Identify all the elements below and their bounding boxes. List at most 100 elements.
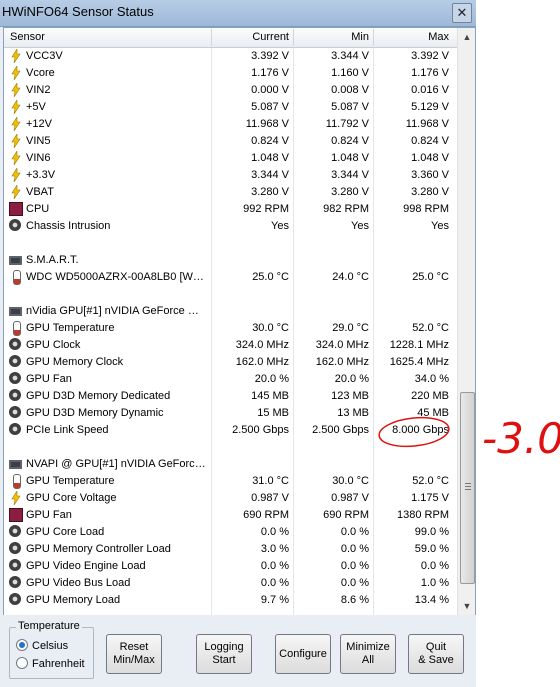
sensor-row[interactable]: VIN2 0.000 V 0.008 V 0.016 V [4,81,457,99]
sensor-row[interactable]: VIN5 0.824 V 0.824 V 0.824 V [4,132,457,150]
sensor-max: 0.016 V [411,84,449,96]
quit-save-button[interactable]: Quit & Save [408,634,464,674]
logging-start-button[interactable]: Logging Start [196,634,252,674]
sensor-max: 3.360 V [411,169,449,181]
sensor-max: 34.0 % [414,373,449,385]
sensor-icon [9,372,21,384]
sensor-max: 3.280 V [411,186,449,198]
configure-button[interactable]: Configure [275,634,331,674]
sensor-icon [9,406,21,418]
sensor-current: 3.344 V [251,169,289,181]
sensor-min: 0.0 % [340,526,369,538]
sensor-row[interactable]: GPU Video Engine Load 0.0 % 0.0 % 0.0 % [4,558,457,575]
sensor-min: 0.0 % [340,560,369,572]
sensor-current: 0.824 V [251,135,289,147]
sensor-row[interactable]: GPU Core Load 0.0 % 0.0 % 99.0 % [4,524,457,541]
sensor-min: 3.344 V [331,169,369,181]
sensor-row[interactable]: GPU Memory Controller Load 3.0 % 0.0 % 59.0… [4,541,457,558]
fan-icon [9,202,23,216]
sensor-row[interactable]: GPU Memory Clock 162.0 MHz 162.0 MHz 1625.4… [4,354,457,371]
sensor-name: GPU Memory Clock [26,356,124,368]
sensor-row[interactable]: GPU Fan 690 RPM 690 RPM 1380 RPM [4,507,457,524]
fahrenheit-option[interactable]: Fahrenheit [16,657,85,670]
temperature-icon [13,474,21,489]
celsius-option[interactable]: Celsius [16,639,68,652]
scrollbar-thumb[interactable] [460,392,475,584]
sensor-row[interactable]: Vcore 1.176 V 1.160 V 1.176 V [4,64,457,82]
sensor-row[interactable]: +3.3V 3.344 V 3.344 V 3.360 V [4,166,457,184]
voltage-icon [11,183,21,200]
sensor-max: 11.968 V [405,118,449,130]
sensor-row[interactable]: +12V 11.968 V 11.792 V 11.968 V [4,115,457,133]
sensor-current: 9.7 % [260,594,289,606]
sensor-row[interactable]: GPU Memory Load 9.7 % 8.6 % 13.4 % [4,592,457,609]
scroll-up-button[interactable]: ▲ [459,29,475,45]
red-circle-annotation [378,416,450,448]
window-title: HWiNFO64 Sensor Status [2,4,154,19]
sensor-rows: VCC3V 3.392 V 3.344 V 3.392 V Vcore 1.176 V 1.… [4,47,457,609]
fahrenheit-radio[interactable] [16,657,28,670]
sensor-current: 162.0 MHz [235,356,289,368]
sensor-max: 59.0 % [414,543,449,555]
scroll-down-button[interactable]: ▼ [459,598,475,614]
sensor-current: 3.280 V [251,186,289,198]
header-max[interactable]: Max [374,31,449,43]
sensor-min: Yes [351,220,369,232]
close-button[interactable]: ✕ [452,3,472,23]
sensor-current: 0.987 V [251,492,289,504]
sensor-row[interactable]: +5V 5.087 V 5.087 V 5.129 V [4,98,457,116]
sensor-row[interactable]: GPU Video Bus Load 0.0 % 0.0 % 1.0 % [4,575,457,592]
header-sensor[interactable]: Sensor [10,31,45,43]
sensor-name: GPU Clock [26,339,81,351]
temperature-icon [13,321,21,336]
voltage-icon [11,98,21,115]
sensor-min: 2.500 Gbps [312,424,369,436]
sensor-row[interactable]: Chassis Intrusion Yes Yes Yes [4,218,457,235]
vertical-scrollbar[interactable]: ▲ ▼ [457,28,475,615]
group-header-row[interactable]: NVAPI @ GPU[#1] nVIDIA GeForce ... [4,456,457,473]
sensor-row[interactable]: GPU Core Voltage 0.987 V 0.987 V 1.175 V [4,489,457,507]
sensor-row[interactable]: VBAT 3.280 V 3.280 V 3.280 V [4,183,457,201]
sensor-current: 20.0 % [254,373,289,385]
sensor-row[interactable]: GPU D3D Memory Dedicated 145 MB 123 MB 220 … [4,388,457,405]
sensor-name: GPU Temperature [26,475,115,487]
sensor-min: 0.008 V [331,84,369,96]
sensor-current: 5.087 V [251,101,289,113]
celsius-radio[interactable] [16,639,28,652]
header-separator[interactable] [211,29,212,46]
sensor-name: GPU D3D Memory Dynamic [26,407,164,419]
header-min[interactable]: Min [294,31,369,43]
sensor-min: 982 RPM [323,203,369,215]
minimize-all-button[interactable]: Minimize All [340,634,396,674]
sensor-min: 29.0 °C [332,322,369,334]
sensor-max: 998 RPM [403,203,449,215]
sensor-row[interactable]: CPU 992 RPM 982 RPM 998 RPM [4,201,457,218]
sensor-min: 690 RPM [323,509,369,521]
sensor-max: 52.0 °C [412,475,449,487]
sensor-max: 1.0 % [420,577,449,589]
sensor-row[interactable]: GPU Clock 324.0 MHz 324.0 MHz 1228.1 MHz [4,337,457,354]
header-current[interactable]: Current [214,31,289,43]
sensor-icon [9,593,21,605]
sensor-current: 0.0 % [260,560,289,572]
sensor-row[interactable]: GPU Fan 20.0 % 20.0 % 34.0 % [4,371,457,388]
sensor-row[interactable]: VCC3V 3.392 V 3.344 V 3.392 V [4,47,457,65]
sensor-row[interactable]: GPU Temperature 30.0 °C 29.0 °C 52.0 °C [4,320,457,337]
sensor-current: 1.048 V [251,152,289,164]
handwritten-annotation-text: -3.0 [482,414,560,463]
sensor-name: NVAPI @ GPU[#1] nVIDIA GeForce ... [26,458,206,470]
sensor-name: GPU Core Voltage [26,492,117,504]
sensor-row[interactable]: WDC WD5000AZRX-00A8LB0 [WD-... 25.0 °C 24.… [4,269,457,286]
sensor-max: 5.129 V [411,101,449,113]
sensor-row[interactable]: VIN6 1.048 V 1.048 V 1.048 V [4,149,457,167]
group-header-row[interactable]: nVidia GPU[#1] nVIDIA GeForce GT... [4,303,457,320]
sensor-current: 2.500 Gbps [232,424,289,436]
sensor-current: 3.392 V [251,50,289,62]
sensor-row[interactable]: GPU Temperature 31.0 °C 30.0 °C 52.0 °C [4,473,457,490]
sensor-icon [9,423,21,435]
group-header-row[interactable]: S.M.A.R.T. [4,252,457,269]
sensor-max: 1.048 V [411,152,449,164]
sensor-max: 99.0 % [414,526,449,538]
fahrenheit-label: Fahrenheit [32,658,85,670]
reset-minmax-button[interactable]: Reset Min/Max [106,634,162,674]
